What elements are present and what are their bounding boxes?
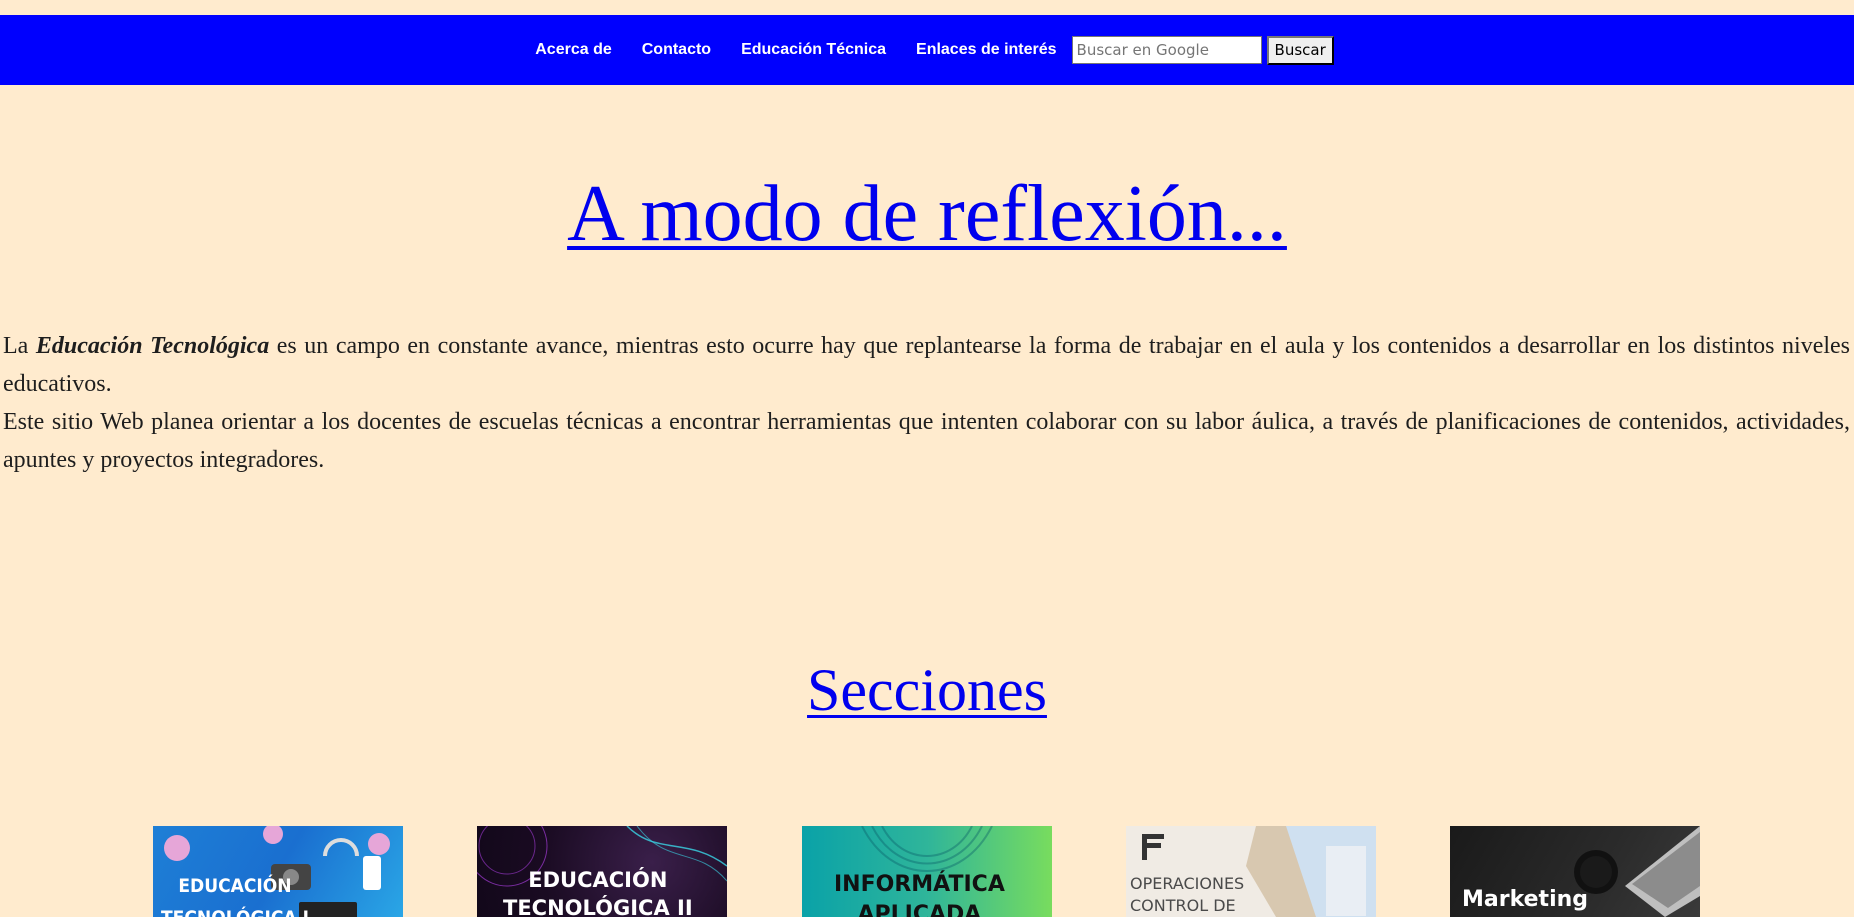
page-title-link[interactable]: A modo de reflexión... [567, 170, 1287, 258]
nav-link-enlaces-de-interes[interactable]: Enlaces de interés [916, 41, 1057, 59]
nav-link-educacion-tecnica[interactable]: Educación Técnica [741, 41, 886, 59]
search-input[interactable] [1071, 36, 1262, 64]
intro-p1-rest: es un campo en constante avance, mientra… [3, 333, 1851, 397]
section-card-operaciones-control[interactable]: OPERACIONES CONTROL DE [1126, 826, 1376, 917]
search-button[interactable]: Buscar [1266, 35, 1334, 65]
card-label: EDUCACIÓN TECNOLÓGICA II [503, 868, 693, 917]
sections-title-container: Secciones [0, 655, 1854, 725]
section-card-marketing[interactable]: Marketing [1450, 826, 1700, 917]
section-card-informatica-aplicada[interactable]: INFORMÁTICA APLICADA [802, 826, 1052, 917]
card-label: Marketing [1462, 887, 1589, 912]
top-navbar: Acerca de Contacto Educación Técnica Enl… [0, 15, 1854, 85]
intro-p1-emphasis: Educación Tecnológica [35, 333, 270, 359]
card-label: INFORMÁTICA APLICADA [834, 872, 1005, 917]
card-label: OPERACIONES CONTROL DE [1130, 874, 1245, 915]
intro-p2: Este sitio Web planea orientar a los doc… [3, 409, 1850, 473]
section-card-educacion-tecnologica-1[interactable]: EDUCACIÓN TECNOLÓGICA I [153, 826, 403, 917]
page-title-container: A modo de reflexión... [0, 168, 1854, 260]
intro-p1-prefix: La [3, 333, 36, 359]
section-card-educacion-tecnologica-2[interactable]: EDUCACIÓN TECNOLÓGICA II [477, 826, 727, 917]
intro-text: La Educación Tecnológica es un campo en … [3, 327, 1850, 479]
nav-link-acerca-de[interactable]: Acerca de [535, 41, 612, 59]
sections-title-link[interactable]: Secciones [807, 657, 1047, 723]
card-label: EDUCACIÓN TECNOLÓGICA I [161, 875, 309, 917]
nav-link-contacto[interactable]: Contacto [642, 41, 711, 59]
